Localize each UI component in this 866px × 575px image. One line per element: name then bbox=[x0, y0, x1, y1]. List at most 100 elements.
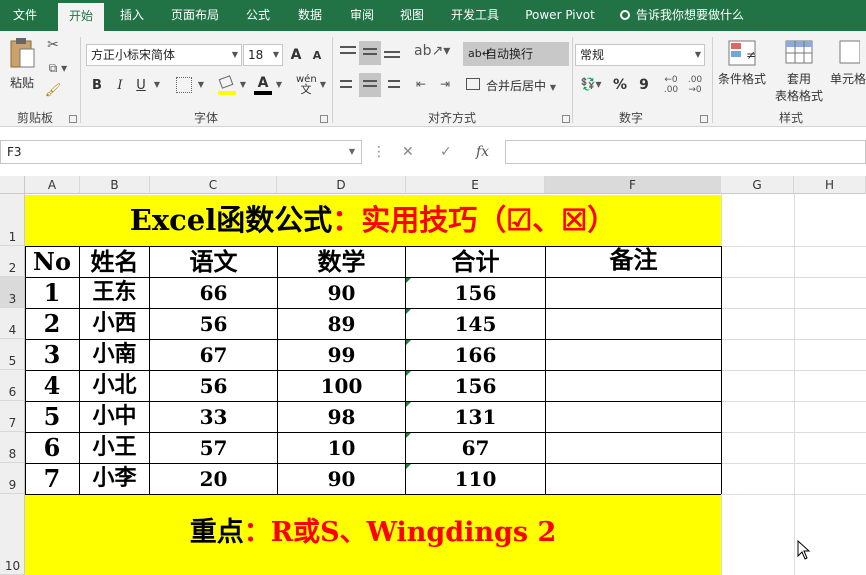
cell-chinese[interactable]: 20 bbox=[150, 463, 277, 494]
cell-math[interactable]: 99 bbox=[278, 339, 405, 370]
tab-file[interactable]: 文件 bbox=[0, 0, 50, 31]
cell-math[interactable]: 100 bbox=[278, 370, 405, 401]
italic-button[interactable]: I bbox=[114, 78, 126, 93]
cell-chinese[interactable]: 56 bbox=[150, 370, 277, 401]
header-math[interactable]: 数学 bbox=[278, 246, 405, 277]
format-as-table-button[interactable]: 套用 表格格式 bbox=[767, 39, 831, 104]
header-name[interactable]: 姓名 bbox=[80, 246, 149, 277]
chevron-down-icon[interactable]: ▼ bbox=[238, 80, 248, 89]
orientation-icon[interactable]: ab↗▾ bbox=[414, 43, 450, 59]
cell-total[interactable]: 156 bbox=[406, 277, 545, 308]
cell-math[interactable]: 90 bbox=[278, 277, 405, 308]
grow-font-button[interactable]: A bbox=[289, 47, 303, 63]
cell-remarks[interactable] bbox=[546, 463, 721, 494]
row-header-10[interactable]: 10 bbox=[0, 494, 25, 575]
cell-math[interactable]: 10 bbox=[278, 432, 405, 463]
font-launcher-icon[interactable] bbox=[320, 115, 328, 123]
align-bottom-icon[interactable] bbox=[384, 45, 400, 61]
cancel-icon[interactable]: ✕ bbox=[402, 140, 414, 164]
column-header-a[interactable]: A bbox=[25, 176, 80, 194]
chevron-down-icon[interactable]: ▼ bbox=[152, 80, 162, 89]
align-left-icon[interactable] bbox=[340, 77, 356, 93]
cell-chinese[interactable]: 57 bbox=[150, 432, 277, 463]
cell-total[interactable]: 166 bbox=[406, 339, 545, 370]
row-header-8[interactable]: 8 bbox=[0, 432, 25, 463]
header-total[interactable]: 合计 bbox=[406, 246, 545, 277]
tab-home[interactable]: 开始 bbox=[58, 3, 104, 31]
formula-input[interactable] bbox=[505, 140, 866, 164]
increase-decimal-icon[interactable]: ←0.00 bbox=[662, 75, 680, 95]
tab-formulas[interactable]: 公式 bbox=[236, 0, 280, 31]
tell-me-box[interactable]: 告诉我你想要做什么 bbox=[620, 0, 744, 31]
decrease-decimal-icon[interactable]: .00 →0 bbox=[686, 75, 704, 95]
insert-function-icon[interactable]: fx bbox=[476, 140, 489, 164]
chevron-down-icon[interactable]: ▼ bbox=[318, 80, 328, 89]
cell-no[interactable]: 4 bbox=[25, 370, 79, 401]
cell-no[interactable]: 2 bbox=[25, 308, 79, 339]
font-size-select[interactable]: 18 ▼ bbox=[243, 44, 283, 66]
align-top-icon[interactable] bbox=[340, 45, 356, 61]
cell-remarks[interactable] bbox=[546, 401, 721, 432]
header-no[interactable]: No bbox=[25, 246, 79, 277]
comma-button[interactable]: 9 bbox=[636, 77, 652, 93]
cell-remarks[interactable] bbox=[546, 308, 721, 339]
cell-styles-button[interactable]: 单元格 bbox=[830, 39, 866, 87]
borders-icon[interactable] bbox=[176, 77, 192, 93]
cell-total[interactable]: 67 bbox=[406, 432, 545, 463]
tab-data[interactable]: 数据 bbox=[288, 0, 332, 31]
phonetic-guide-button[interactable]: wén 文 bbox=[296, 75, 317, 96]
cell-chinese[interactable]: 33 bbox=[150, 401, 277, 432]
row-header-4[interactable]: 4 bbox=[0, 308, 25, 339]
header-remarks[interactable]: 备注 bbox=[546, 244, 721, 275]
cell-no[interactable]: 1 bbox=[25, 277, 79, 308]
row-header-7[interactable]: 7 bbox=[0, 401, 25, 432]
cell-total[interactable]: 145 bbox=[406, 308, 545, 339]
clipboard-launcher-icon[interactable] bbox=[69, 115, 77, 123]
cell-chinese[interactable]: 56 bbox=[150, 308, 277, 339]
bold-button[interactable]: B bbox=[90, 78, 104, 93]
cell-remarks[interactable] bbox=[546, 339, 721, 370]
header-chinese[interactable]: 语文 bbox=[150, 246, 277, 277]
cell-total[interactable]: 156 bbox=[406, 370, 545, 401]
cell-name[interactable]: 小王 bbox=[80, 432, 149, 463]
row-header-5[interactable]: 5 bbox=[0, 339, 25, 370]
cut-icon[interactable]: ✂ bbox=[44, 37, 62, 55]
cell-total[interactable]: 131 bbox=[406, 401, 545, 432]
merge-center-button[interactable]: 合并后居中 ▼ bbox=[466, 77, 566, 94]
alignment-launcher-icon[interactable] bbox=[562, 115, 570, 123]
cell-math[interactable]: 90 bbox=[278, 463, 405, 494]
decrease-indent-icon[interactable]: ⇤ bbox=[412, 77, 430, 91]
cell-remarks[interactable] bbox=[546, 432, 721, 463]
shrink-font-button[interactable]: A bbox=[310, 49, 324, 62]
font-name-select[interactable]: 方正小标宋简体 ▼ bbox=[86, 44, 242, 66]
currency-icon[interactable]: 💱▾ bbox=[578, 77, 604, 91]
cell-name[interactable]: 王东 bbox=[80, 277, 149, 308]
column-header-c[interactable]: C bbox=[150, 176, 277, 194]
align-middle-icon[interactable] bbox=[359, 41, 381, 65]
copy-icon[interactable]: ⧉ ▾ bbox=[44, 61, 72, 79]
row-header-9[interactable]: 9 bbox=[0, 463, 25, 494]
row-header-3[interactable]: 3 bbox=[0, 277, 25, 308]
font-color-icon[interactable]: A bbox=[254, 75, 272, 95]
row-header-6[interactable]: 6 bbox=[0, 370, 25, 401]
cell-no[interactable]: 5 bbox=[25, 401, 79, 432]
tab-power-pivot[interactable]: Power Pivot bbox=[518, 0, 602, 31]
cell-remarks[interactable] bbox=[546, 370, 721, 401]
column-header-d[interactable]: D bbox=[277, 176, 406, 194]
format-painter-icon[interactable]: 🖌 bbox=[44, 83, 62, 101]
cell-no[interactable]: 6 bbox=[25, 432, 79, 463]
cell-name[interactable]: 小西 bbox=[80, 308, 149, 339]
align-center-icon[interactable] bbox=[359, 73, 381, 97]
name-box[interactable]: F3 ▼ bbox=[0, 140, 362, 164]
fill-color-icon[interactable] bbox=[218, 75, 236, 95]
column-header-b[interactable]: B bbox=[80, 176, 150, 194]
align-right-icon[interactable] bbox=[384, 77, 400, 93]
cell-name[interactable]: 小中 bbox=[80, 401, 149, 432]
sheet-footer-note[interactable]: 重点：R或S、Wingdings 2 bbox=[25, 494, 721, 575]
number-format-select[interactable]: 常规 ▼ bbox=[575, 44, 705, 66]
cell-math[interactable]: 98 bbox=[278, 401, 405, 432]
cell-name[interactable]: 小李 bbox=[80, 463, 149, 494]
chevron-down-icon[interactable]: ▼ bbox=[196, 80, 206, 89]
column-header-g[interactable]: G bbox=[721, 176, 794, 194]
number-launcher-icon[interactable] bbox=[700, 115, 708, 123]
